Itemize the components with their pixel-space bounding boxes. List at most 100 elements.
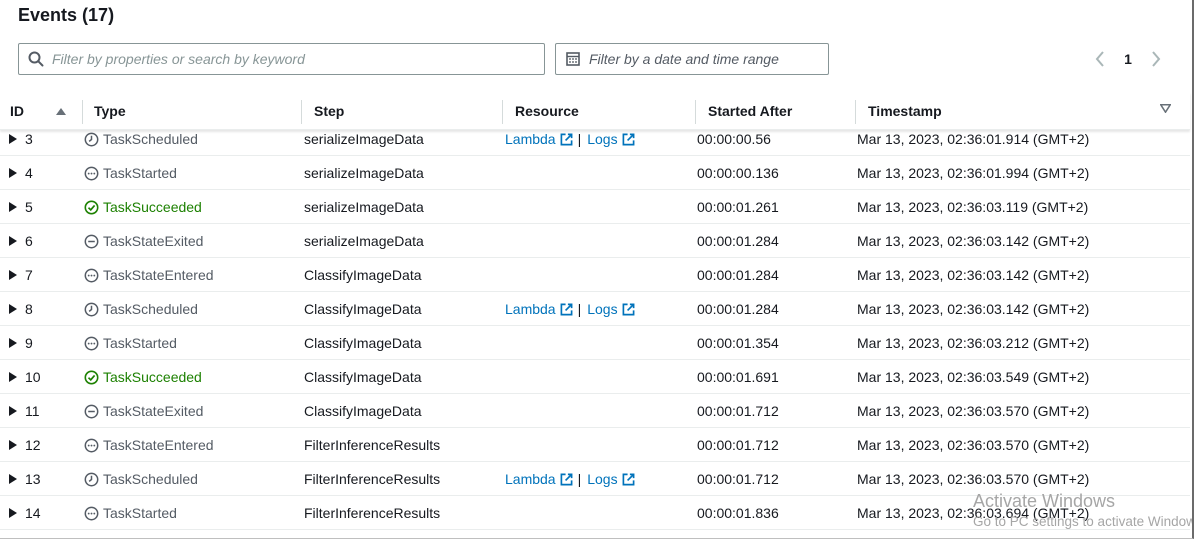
row-id: 13: [25, 471, 41, 487]
column-divider: [855, 100, 856, 124]
column-label-id: ID: [10, 103, 24, 119]
table-row[interactable]: 6 TaskStateExited serializeImageData 00:…: [0, 224, 1190, 258]
event-count: (17): [82, 5, 115, 25]
resource-separator: |: [577, 131, 582, 147]
row-step: serializeImageData: [304, 233, 424, 249]
clock-icon: [84, 302, 99, 317]
expand-row-icon[interactable]: [9, 122, 17, 156]
external-link-icon[interactable]: [622, 133, 635, 146]
next-page-button[interactable]: [1146, 47, 1166, 71]
table-row[interactable]: 7 TaskStateEntered ClassifyImageData 00:…: [0, 258, 1190, 292]
row-timestamp: Mar 13, 2023, 02:36:03.570 (GMT+2): [857, 471, 1090, 487]
external-link-icon[interactable]: [560, 473, 573, 486]
row-step: ClassifyImageData: [304, 335, 422, 351]
expand-row-icon[interactable]: [9, 326, 17, 360]
dots-circle-icon: [84, 506, 99, 521]
row-started-after: 00:00:01.261: [697, 199, 779, 215]
row-step: ClassifyImageData: [304, 301, 422, 317]
row-timestamp: Mar 13, 2023, 02:36:03.212 (GMT+2): [857, 335, 1090, 351]
expand-row-icon[interactable]: [9, 462, 17, 496]
external-link-icon[interactable]: [622, 303, 635, 316]
expand-row-icon[interactable]: [9, 292, 17, 326]
table-row[interactable]: 12 TaskStateEntered FilterInferenceResul…: [0, 428, 1190, 462]
dots-circle-icon: [84, 438, 99, 453]
expand-row-icon[interactable]: [9, 224, 17, 258]
expand-row-icon[interactable]: [9, 394, 17, 428]
external-link-icon[interactable]: [560, 133, 573, 146]
chevron-right-icon: [1152, 51, 1161, 67]
logs-link[interactable]: Logs: [587, 131, 617, 147]
row-step: serializeImageData: [304, 165, 424, 181]
row-type: TaskStateEntered: [84, 428, 214, 462]
row-timestamp: Mar 13, 2023, 02:36:03.549 (GMT+2): [857, 369, 1090, 385]
row-id: 9: [25, 335, 33, 351]
table-row[interactable]: 10 TaskSucceeded ClassifyImageData 00:00…: [0, 360, 1190, 394]
clock-icon: [84, 132, 99, 147]
column-label-type: Type: [94, 103, 126, 119]
row-type-label: TaskStarted: [103, 505, 177, 521]
row-id: 11: [25, 403, 40, 419]
row-started-after: 00:00:00.56: [697, 131, 771, 147]
row-started-after: 00:00:00.136: [697, 165, 779, 181]
row-id: 6: [25, 233, 33, 249]
expand-row-icon[interactable]: [9, 190, 17, 224]
expand-row-icon[interactable]: [9, 156, 17, 190]
lambda-link[interactable]: Lambda: [505, 301, 556, 317]
expand-row-icon[interactable]: [9, 258, 17, 292]
sort-ascending-icon[interactable]: [56, 107, 66, 115]
title-text: Events: [18, 5, 78, 25]
row-type: TaskStarted: [84, 496, 177, 530]
clock-icon: [84, 472, 99, 487]
row-type-label: TaskStarted: [103, 165, 177, 181]
row-step: serializeImageData: [304, 199, 424, 215]
search-input[interactable]: Filter by properties or search by keywor…: [18, 43, 545, 75]
row-type-label: TaskScheduled: [103, 471, 198, 487]
row-timestamp: Mar 13, 2023, 02:36:03.142 (GMT+2): [857, 233, 1090, 249]
column-label-started-after: Started After: [708, 103, 793, 119]
row-id: 14: [25, 505, 41, 521]
expand-row-icon[interactable]: [9, 360, 17, 394]
table-row[interactable]: 5 TaskSucceeded serializeImageData 00:00…: [0, 190, 1190, 224]
minus-circle-icon: [84, 234, 99, 249]
table-row[interactable]: 13 TaskScheduled FilterInferenceResults …: [0, 462, 1190, 496]
external-link-icon[interactable]: [560, 303, 573, 316]
chevron-left-icon: [1095, 51, 1104, 67]
current-page[interactable]: 1: [1110, 51, 1146, 67]
date-range-filter[interactable]: Filter by a date and time range: [555, 43, 829, 75]
table-row[interactable]: 11 TaskStateExited ClassifyImageData 00:…: [0, 394, 1190, 428]
expand-row-icon[interactable]: [9, 428, 17, 462]
row-type-label: TaskStateExited: [103, 233, 204, 249]
row-started-after: 00:00:01.284: [697, 233, 779, 249]
expand-row-icon[interactable]: [9, 496, 17, 530]
previous-page-button[interactable]: [1090, 47, 1110, 71]
caret-down-icon[interactable]: [1160, 104, 1171, 113]
column-label-step: Step: [314, 103, 345, 119]
table-row[interactable]: 3 TaskScheduled serializeImageData Lambd…: [0, 122, 1190, 156]
row-step: ClassifyImageData: [304, 369, 422, 385]
row-type: TaskStarted: [84, 326, 177, 360]
row-started-after: 00:00:01.712: [697, 437, 779, 453]
external-link-icon[interactable]: [622, 473, 635, 486]
column-label-timestamp: Timestamp: [868, 103, 942, 119]
table-row[interactable]: 4 TaskStarted serializeImageData 00:00:0…: [0, 156, 1190, 190]
logs-link[interactable]: Logs: [587, 301, 617, 317]
column-divider: [82, 100, 83, 124]
logs-link[interactable]: Logs: [587, 471, 617, 487]
date-range-placeholder: Filter by a date and time range: [589, 51, 779, 67]
column-divider: [695, 100, 696, 124]
row-started-after: 00:00:01.712: [697, 471, 779, 487]
row-type: TaskStateEntered: [84, 258, 214, 292]
table-row[interactable]: 14 TaskStarted FilterInferenceResults 00…: [0, 496, 1190, 530]
row-step: FilterInferenceResults: [304, 437, 441, 453]
table-row[interactable]: 9 TaskStarted ClassifyImageData 00:00:01…: [0, 326, 1190, 360]
lambda-link[interactable]: Lambda: [505, 471, 556, 487]
table-row[interactable]: 8 TaskScheduled ClassifyImageData Lambda…: [0, 292, 1190, 326]
events-panel: Events (17) Filter by properties or sear…: [0, 0, 1194, 539]
row-type: TaskScheduled: [84, 292, 198, 326]
row-id: 5: [25, 199, 33, 215]
dots-circle-icon: [84, 166, 99, 181]
row-type-label: TaskStateExited: [103, 403, 204, 419]
lambda-link[interactable]: Lambda: [505, 131, 556, 147]
dots-circle-icon: [84, 336, 99, 351]
resource-separator: |: [577, 301, 582, 317]
